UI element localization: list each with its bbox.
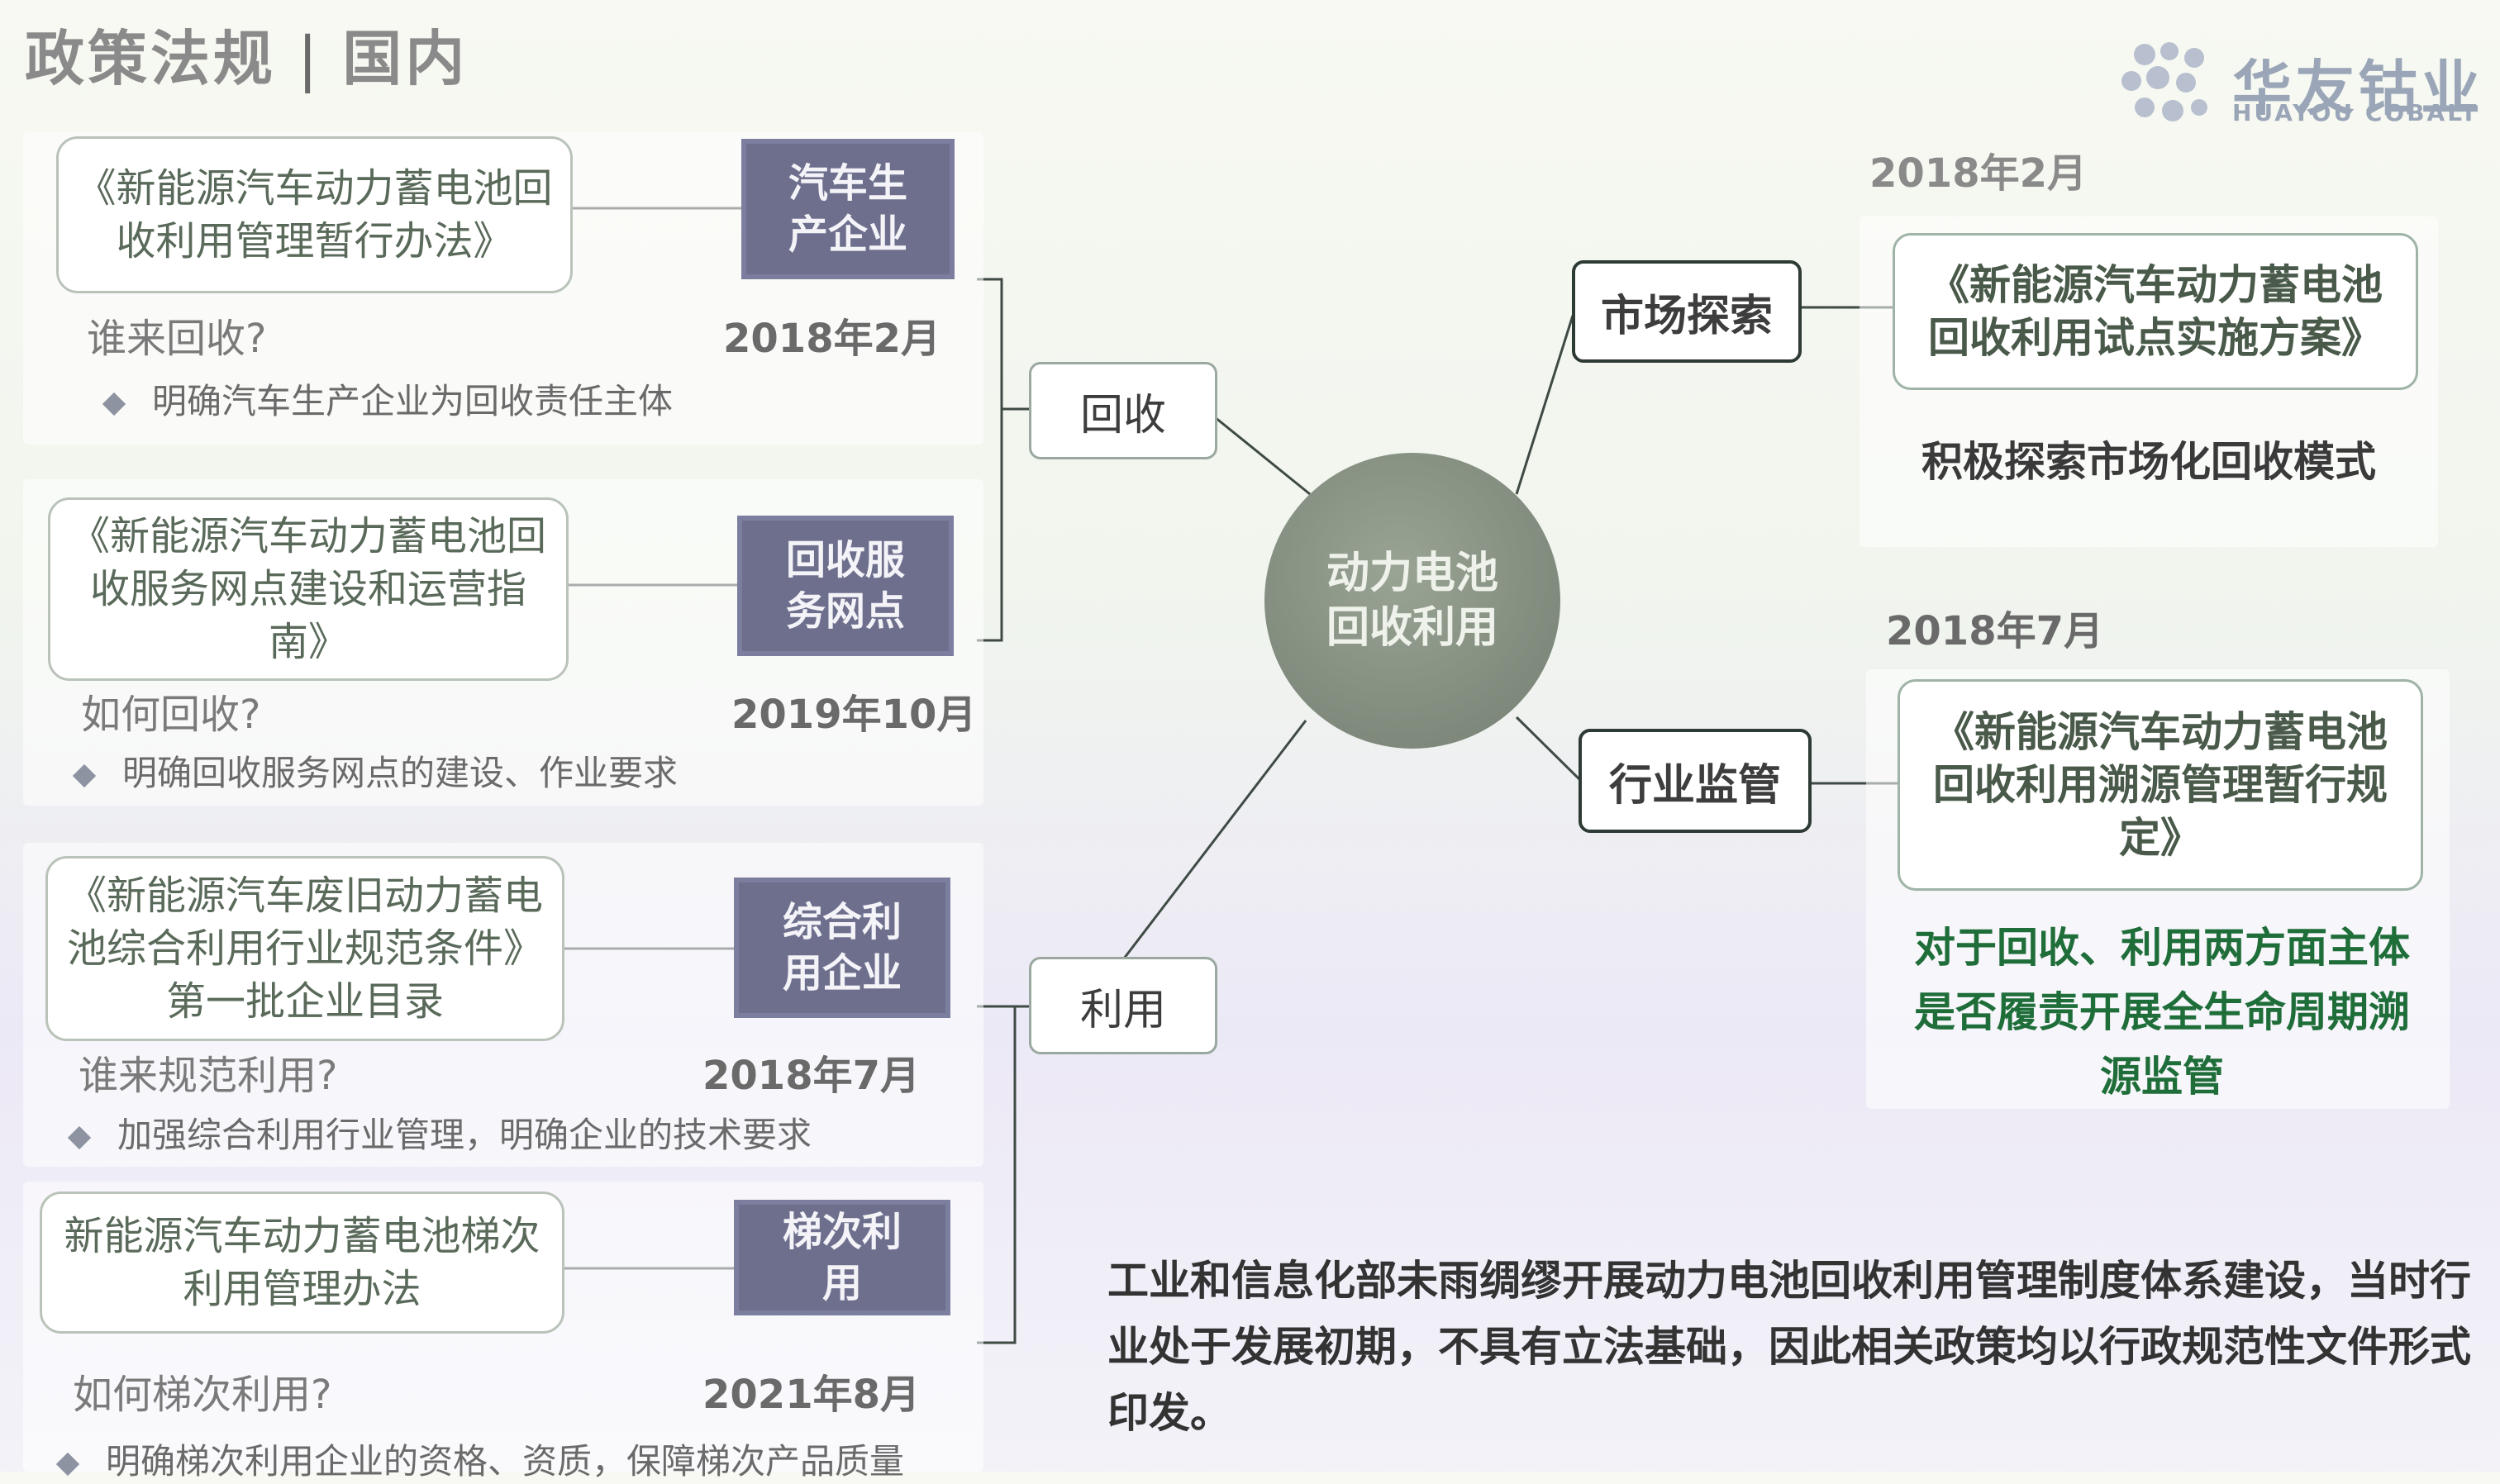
policy-doc-4: 新能源汽车动力蓄电池梯次利用管理办法 bbox=[40, 1191, 564, 1334]
subject-tag-4: 梯次利用 bbox=[734, 1200, 950, 1315]
cluster-dots-logo-icon bbox=[2121, 42, 2207, 121]
right-note-1: 积极探索市场化回收模式 bbox=[1921, 438, 2376, 486]
right-date-2: 2018年7月 bbox=[1886, 608, 2103, 654]
bullet-text-3: 加强综合利用行业管理，明确企业的技术要求 bbox=[117, 1115, 812, 1155]
branch-utilize: 利用 bbox=[1029, 957, 1217, 1054]
center-topic-node: 动力电池 回收利用 bbox=[1264, 453, 1560, 749]
right-policy-doc-2: 《新能源汽车动力蓄电池回收利用溯源管理暂行规定》 bbox=[1898, 679, 2423, 891]
bullet-text-1: 明确汽车生产企业为回收责任主体 bbox=[152, 381, 674, 421]
diamond-bullet-icon bbox=[72, 763, 97, 787]
center-line-2: 回收利用 bbox=[1326, 603, 1498, 653]
date-2: 2019年10月 bbox=[731, 692, 977, 738]
policy-doc-2: 《新能源汽车动力蓄电池回收服务网点建设和运营指南》 bbox=[48, 497, 569, 681]
diamond-bullet-icon bbox=[102, 392, 126, 416]
diamond-bullet-icon bbox=[55, 1452, 80, 1476]
date-4: 2021年8月 bbox=[702, 1372, 920, 1418]
bullet-text-2: 明确回收服务网点的建设、作业要求 bbox=[122, 753, 679, 793]
right-note-2: 对于回收、利用两方面主体是否履责开展全生命周期溯源监管 bbox=[1914, 924, 2410, 1101]
date-3: 2018年7月 bbox=[702, 1053, 920, 1099]
page-title: 政策法规 | 国内 bbox=[25, 10, 468, 97]
policy-doc-3: 《新能源汽车废旧动力蓄电池综合利用行业规范条件》第一批企业目录 bbox=[45, 856, 564, 1041]
branch-market: 市场探索 bbox=[1572, 260, 1802, 363]
subject-tag-3: 综合利用企业 bbox=[734, 878, 950, 1018]
bullet-text-4: 明确梯次利用企业的资格、资质，保障梯次产品质量 bbox=[106, 1441, 905, 1482]
branch-recycle: 回收 bbox=[1029, 362, 1217, 459]
diamond-bullet-icon bbox=[67, 1125, 92, 1149]
company-logo: 华友钴业 HUAYOU COBALT bbox=[2112, 40, 2480, 131]
question-4: 如何梯次利用? bbox=[73, 1372, 332, 1418]
subject-tag-1: 汽车生产企业 bbox=[741, 139, 955, 279]
bullet-2: 明确回收服务网点的建设、作业要求 bbox=[72, 745, 679, 796]
page-title-sub: 国内 bbox=[342, 24, 469, 93]
right-policy-doc-1: 《新能源汽车动力蓄电池回收利用试点实施方案》 bbox=[1893, 233, 2418, 390]
center-line-1: 动力电池 bbox=[1326, 549, 1498, 598]
subject-tag-2: 回收服务网点 bbox=[737, 516, 954, 656]
policy-doc-1: 《新能源汽车动力蓄电池回收利用管理暂行办法》 bbox=[56, 136, 573, 293]
bullet-4: 明确梯次利用企业的资格、资质，保障梯次产品质量 bbox=[55, 1434, 905, 1484]
date-1: 2018年2月 bbox=[723, 316, 940, 362]
question-3: 谁来规范利用? bbox=[79, 1053, 338, 1099]
logo-name-en: HUAYOU COBALT bbox=[2232, 99, 2479, 126]
branch-supervision: 行业监管 bbox=[1579, 729, 1812, 833]
page-title-main: 政策法规 bbox=[25, 24, 277, 93]
title-separator: | bbox=[298, 24, 321, 93]
question-1: 谁来回收? bbox=[87, 316, 267, 362]
bullet-1: 明确汽车生产企业为回收责任主体 bbox=[102, 373, 674, 424]
question-2: 如何回收? bbox=[81, 692, 261, 738]
right-date-1: 2018年2月 bbox=[1869, 150, 2087, 197]
summary-text: 工业和信息化部未雨绸缪开展动力电池回收利用管理制度体系建设，当时行业处于发展初期… bbox=[1107, 1257, 2471, 1437]
bullet-3: 加强综合利用行业管理，明确企业的技术要求 bbox=[67, 1107, 812, 1158]
